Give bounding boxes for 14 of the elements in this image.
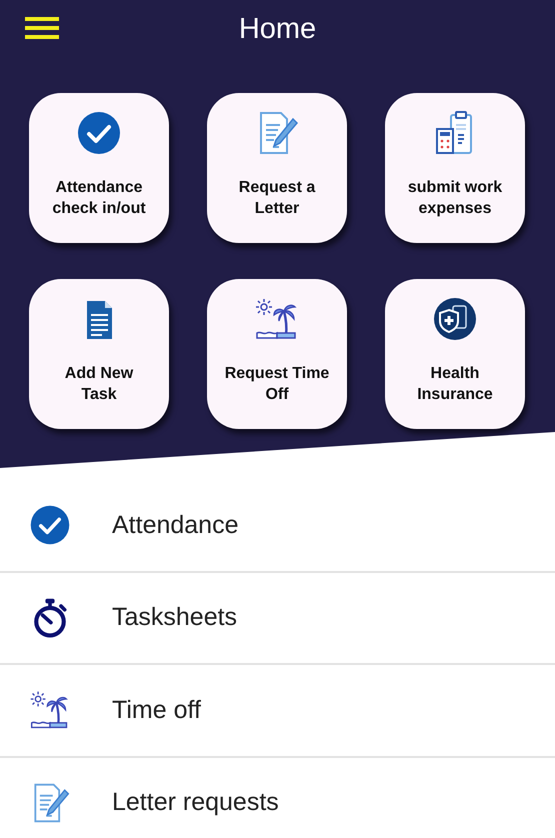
shortcut-tile[interactable]: Request Time Off xyxy=(207,279,347,429)
shortcut-tile[interactable]: Request a Letter xyxy=(207,93,347,243)
shortcut-tile[interactable]: submit work expenses xyxy=(385,93,525,243)
shortcut-tile[interactable]: Attendance check in/out xyxy=(29,93,169,243)
shortcut-tile[interactable]: Add New Task xyxy=(29,279,169,429)
menu-item[interactable]: Time off xyxy=(112,692,201,729)
check-circle-icon xyxy=(75,109,123,157)
menu-icon[interactable] xyxy=(25,17,59,39)
shield-clipboard-icon xyxy=(431,295,479,343)
menu-item[interactable]: Letter requests xyxy=(112,784,279,822)
shortcut-tile[interactable]: Health Insurance xyxy=(385,279,525,429)
menu-item[interactable]: Attendance xyxy=(112,506,238,544)
screen-title: Home xyxy=(238,12,316,47)
menu-item[interactable]: Tasksheets xyxy=(112,599,238,636)
